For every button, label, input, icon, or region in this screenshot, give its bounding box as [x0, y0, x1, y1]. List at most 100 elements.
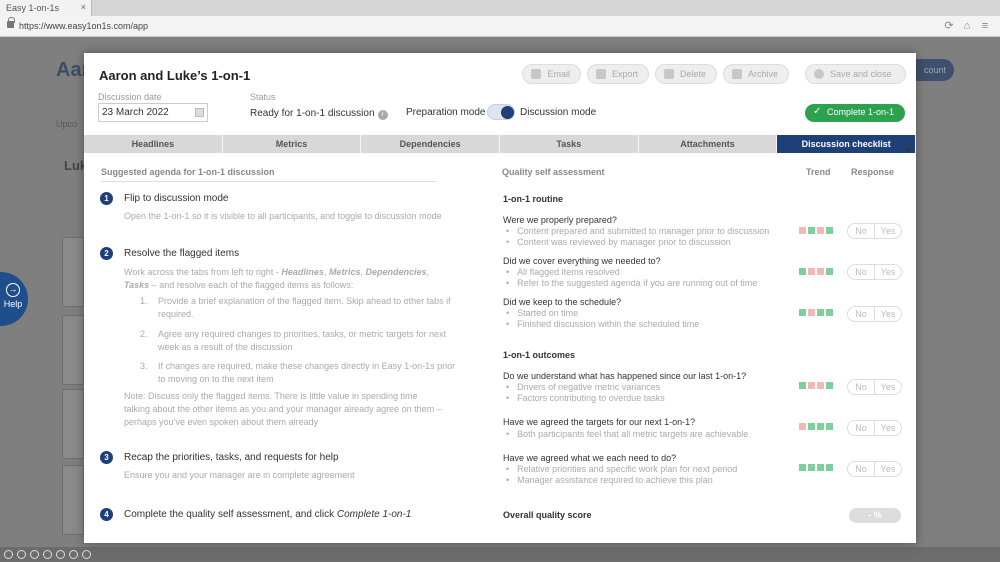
outcomes-heading: 1-on-1 outcomes [503, 350, 576, 360]
overall-score-value: - % [849, 508, 901, 523]
browser-tab-title: Easy 1-on-1s [6, 3, 60, 13]
trend-square-negative [808, 382, 815, 389]
one-on-one-modal: Aaron and Luke’s 1-on-1 Email Export Del… [84, 53, 917, 543]
step-number: 4 [100, 508, 113, 521]
no-option[interactable]: No [848, 224, 875, 238]
complete-button[interactable]: ✓ Complete 1-on-1 [805, 104, 905, 122]
date-field[interactable]: 23 March 2022 [98, 103, 208, 122]
response-toggle[interactable]: No Yes [847, 264, 902, 280]
trend-square-positive [826, 268, 833, 275]
step-description: Ensure you and your manager are in compl… [124, 470, 355, 480]
trend-square-negative [799, 227, 806, 234]
yes-option[interactable]: Yes [875, 421, 901, 435]
search-icon[interactable] [56, 550, 65, 559]
question: Have we agreed what we each need to do? [503, 453, 677, 463]
complete-label: Complete 1-on-1 [827, 107, 895, 117]
tab-headlines[interactable]: Headlines [84, 135, 223, 153]
sub-text: Agree any required changes to priorities… [158, 329, 447, 352]
delete-label: Delete [679, 69, 706, 79]
grid-icon[interactable] [82, 550, 91, 559]
response-toggle[interactable]: No Yes [847, 223, 902, 239]
trend-square-positive [817, 423, 824, 430]
no-option[interactable]: No [848, 380, 875, 394]
export-button[interactable]: Export [586, 64, 649, 84]
pen-icon[interactable] [30, 550, 39, 559]
trend-square-positive [799, 309, 806, 316]
step-description: Open the 1-on-1 so it is visible to all … [124, 211, 442, 221]
response-toggle[interactable]: No Yes [847, 420, 902, 436]
trend-square-positive [799, 464, 806, 471]
envelope-icon [531, 69, 542, 79]
settings-icon[interactable] [69, 550, 78, 559]
home-icon[interactable]: ⌂ [960, 19, 974, 33]
no-option[interactable]: No [848, 421, 875, 435]
info-icon[interactable]: i [377, 110, 388, 120]
browser-tab[interactable]: Easy 1-on-1s × [0, 0, 92, 16]
close-icon [814, 69, 824, 79]
question: Were we properly prepared? [503, 215, 617, 225]
step-number: 3 [100, 451, 113, 464]
url-field[interactable]: https://www.easy1on1s.com/app [19, 21, 148, 31]
trend-square-positive [826, 309, 833, 316]
question-bullet: All flagged items resolved [506, 267, 620, 277]
yes-option[interactable]: Yes [875, 265, 901, 279]
yes-option[interactable]: Yes [875, 307, 901, 321]
status-label: Status [250, 92, 276, 102]
close-icon[interactable]: × [81, 2, 86, 12]
tab-discussion-checklist[interactable]: Discussion checklist [777, 135, 917, 153]
background-card [62, 465, 84, 535]
response-toggle[interactable]: No Yes [847, 379, 902, 395]
reload-icon[interactable]: ⟳ [942, 19, 956, 33]
trend-square-negative [817, 268, 824, 275]
question-bullet: Relative priorities and specific work pl… [506, 464, 737, 474]
mode-toggle[interactable] [487, 104, 515, 120]
email-button[interactable]: Email [522, 64, 581, 84]
tab-dependencies[interactable]: Dependencies [361, 135, 501, 153]
check-icon: ✓ [813, 106, 822, 117]
tab-tasks[interactable]: Tasks [500, 135, 639, 153]
forward-icon[interactable] [17, 550, 26, 559]
email-label: Email [547, 69, 570, 79]
trend-square-positive [817, 464, 824, 471]
trend-square-negative [799, 423, 806, 430]
step-number: 1 [100, 192, 113, 205]
question: Did we cover everything we needed to? [503, 256, 661, 266]
tab-attachments[interactable]: Attachments [639, 135, 778, 153]
zoom-icon[interactable] [43, 550, 52, 559]
trend-square-positive [826, 382, 833, 389]
desc-emph: Tasks [124, 280, 150, 290]
status-text: Ready for 1-on-1 discussion [250, 108, 375, 119]
desc-emph: Dependencies [365, 267, 427, 277]
desc-emph: Metrics [328, 267, 361, 277]
calendar-icon[interactable] [195, 108, 204, 117]
tab-metrics[interactable]: Metrics [223, 135, 362, 153]
yes-option[interactable]: Yes [875, 462, 901, 476]
back-icon[interactable] [4, 550, 13, 559]
question-bullet: Refer to the suggested agenda if you are… [506, 278, 757, 288]
menu-icon[interactable]: ≡ [978, 19, 992, 33]
arrow-right-icon: → [6, 283, 20, 297]
yes-option[interactable]: Yes [875, 380, 901, 394]
delete-button[interactable]: Delete [654, 64, 717, 84]
browser-tabbar: Easy 1-on-1s × [0, 0, 1000, 16]
question: Did we keep to the schedule? [503, 297, 622, 307]
browser-nav: ⟳ ⌂ ≡ [942, 19, 992, 33]
desc-text: Work across the tabs from left to right … [124, 267, 282, 277]
question-bullet: Manager assistance required to achieve t… [506, 475, 713, 485]
trend-square-positive [826, 227, 833, 234]
trend-square-positive [808, 227, 815, 234]
discussion-mode-label: Discussion mode [520, 107, 597, 118]
trend-square-negative [817, 382, 824, 389]
archive-icon [731, 69, 742, 79]
desc-text: – and resolve each of the flagged items … [149, 280, 354, 290]
no-option[interactable]: No [848, 265, 875, 279]
background-card [62, 315, 84, 385]
yes-option[interactable]: Yes [875, 224, 901, 238]
save-and-close-button[interactable]: Save and close [805, 64, 906, 84]
no-option[interactable]: No [848, 462, 875, 476]
response-toggle[interactable]: No Yes [847, 306, 902, 322]
no-option[interactable]: No [848, 307, 875, 321]
status-value: Ready for 1-on-1 discussion i [250, 108, 388, 120]
response-toggle[interactable]: No Yes [847, 461, 902, 477]
archive-button[interactable]: Archive [722, 64, 789, 84]
